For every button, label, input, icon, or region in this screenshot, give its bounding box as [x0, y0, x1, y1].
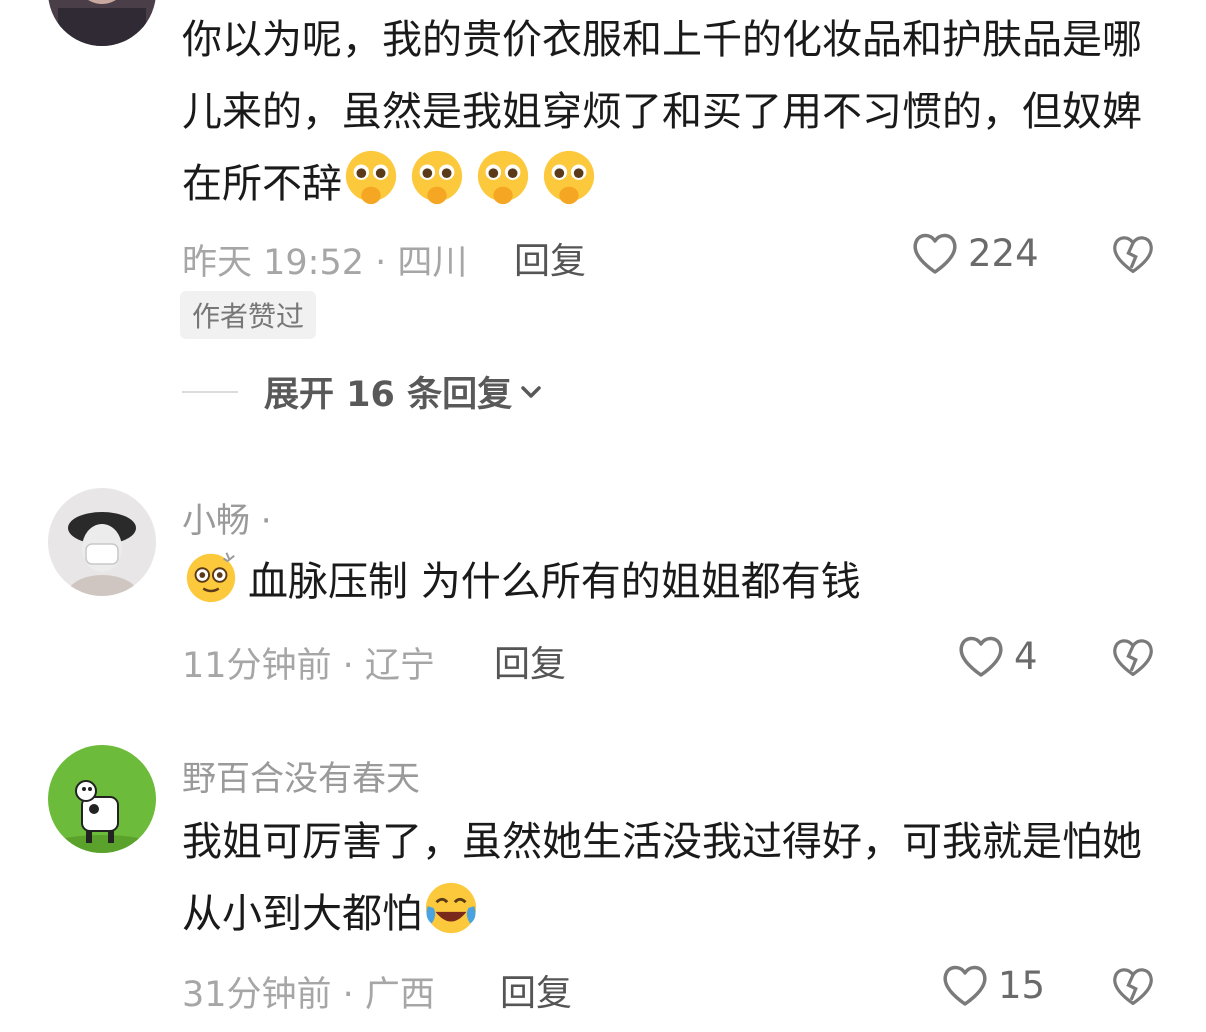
avatar[interactable]	[48, 488, 156, 596]
divider	[182, 390, 238, 393]
reply-button[interactable]: 回复	[514, 232, 586, 284]
broken-heart-icon[interactable]	[1110, 964, 1156, 1008]
expand-replies-button[interactable]: 展开 16 条回复	[182, 366, 544, 417]
comment-time-location: 11分钟前 · 辽宁	[182, 646, 435, 686]
comment-text: 你以为呢，我的贵价衣服和上千的化妆品和护肤品是哪儿来的，虽然是我姐穿烦了和买了用…	[182, 4, 1172, 220]
like-button[interactable]: 4	[956, 633, 1038, 679]
heart-icon	[943, 965, 987, 1006]
avatar[interactable]	[48, 745, 156, 853]
pleading-hands-emoji	[543, 150, 595, 205]
like-button[interactable]: 15	[940, 962, 1045, 1008]
comment-time-location: 昨天 19:52 · 四川	[182, 243, 468, 283]
broken-heart-icon[interactable]	[1110, 232, 1156, 276]
comment-body: 你以为呢，我的贵价衣服和上千的化妆品和护肤品是哪儿来的，虽然是我姐穿烦了和买了用…	[182, 17, 1142, 207]
expand-replies-label: 展开 16 条回复	[264, 375, 513, 415]
pleading-hands-emoji	[477, 150, 529, 205]
heart-icon	[913, 233, 957, 274]
comment-body: 血脉压制 为什么所有的姐姐都有钱	[248, 559, 861, 605]
username[interactable]: 小畅 ·	[182, 493, 272, 542]
like-count: 4	[1014, 634, 1038, 678]
comment-body: 我姐可厉害了，虽然她生活没我过得好，可我就是怕她从小到大都怕	[182, 819, 1142, 937]
username[interactable]: 野百合没有春天	[182, 751, 420, 800]
avatar[interactable]	[48, 0, 156, 46]
comment-text: 血脉压制 为什么所有的姐姐都有钱	[182, 546, 1172, 618]
comment-text: 我姐可厉害了，虽然她生活没我过得好，可我就是怕她从小到大都怕	[182, 806, 1172, 950]
broken-heart-icon[interactable]	[1110, 635, 1156, 679]
comment-list: 你以为呢，我的贵价衣服和上千的化妆品和护肤品是哪儿来的，虽然是我姐穿烦了和买了用…	[0, 0, 1206, 1032]
dizzy-face-emoji	[186, 552, 236, 603]
crying-laughing-emoji	[425, 882, 477, 934]
pleading-hands-emoji	[411, 150, 463, 205]
pleading-hands-emoji	[345, 150, 397, 205]
like-button[interactable]: 224	[910, 230, 1039, 276]
comment-time-location: 31分钟前 · 广西	[182, 975, 435, 1015]
reply-button[interactable]: 回复	[500, 964, 572, 1016]
like-count: 224	[968, 231, 1039, 275]
chevron-down-icon	[521, 385, 541, 398]
reply-button[interactable]: 回复	[494, 635, 566, 687]
like-count: 15	[998, 963, 1046, 1007]
heart-icon	[959, 636, 1003, 677]
author-liked-badge: 作者赞过	[180, 291, 317, 339]
